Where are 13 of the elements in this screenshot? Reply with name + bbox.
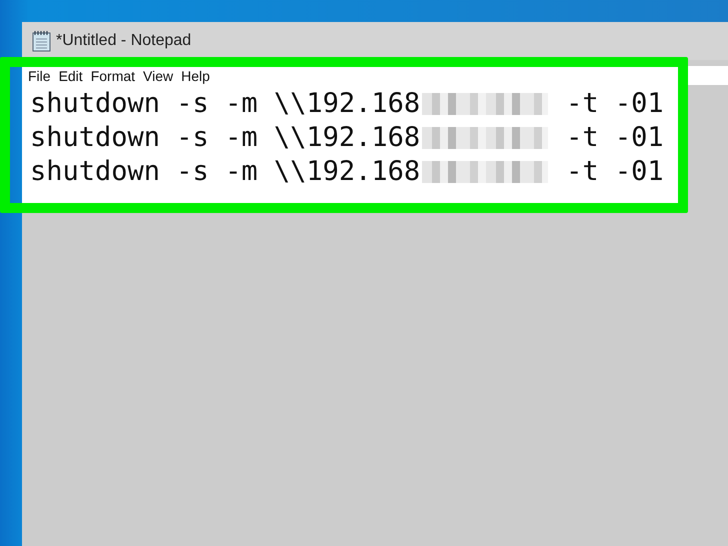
menu-item[interactable]: File [24,68,55,84]
command-text: -t -01 [566,87,664,121]
menu-item[interactable]: Help [177,68,214,84]
notepad-icon [32,30,52,52]
menu-item[interactable]: View [139,68,178,84]
command-text: shutdown -s -m \\192.168 [30,155,420,189]
command-text: shutdown -s -m \\192.168 [30,87,420,121]
menu-item[interactable]: Format [86,68,140,84]
menu-item[interactable]: Edit [54,68,87,84]
command-text: -t -01 [566,121,664,155]
command-text: -t -01 [566,155,664,189]
window-title: *Untitled - Notepad [56,32,192,50]
command-text: shutdown -s -m \\192.168 [30,121,420,155]
